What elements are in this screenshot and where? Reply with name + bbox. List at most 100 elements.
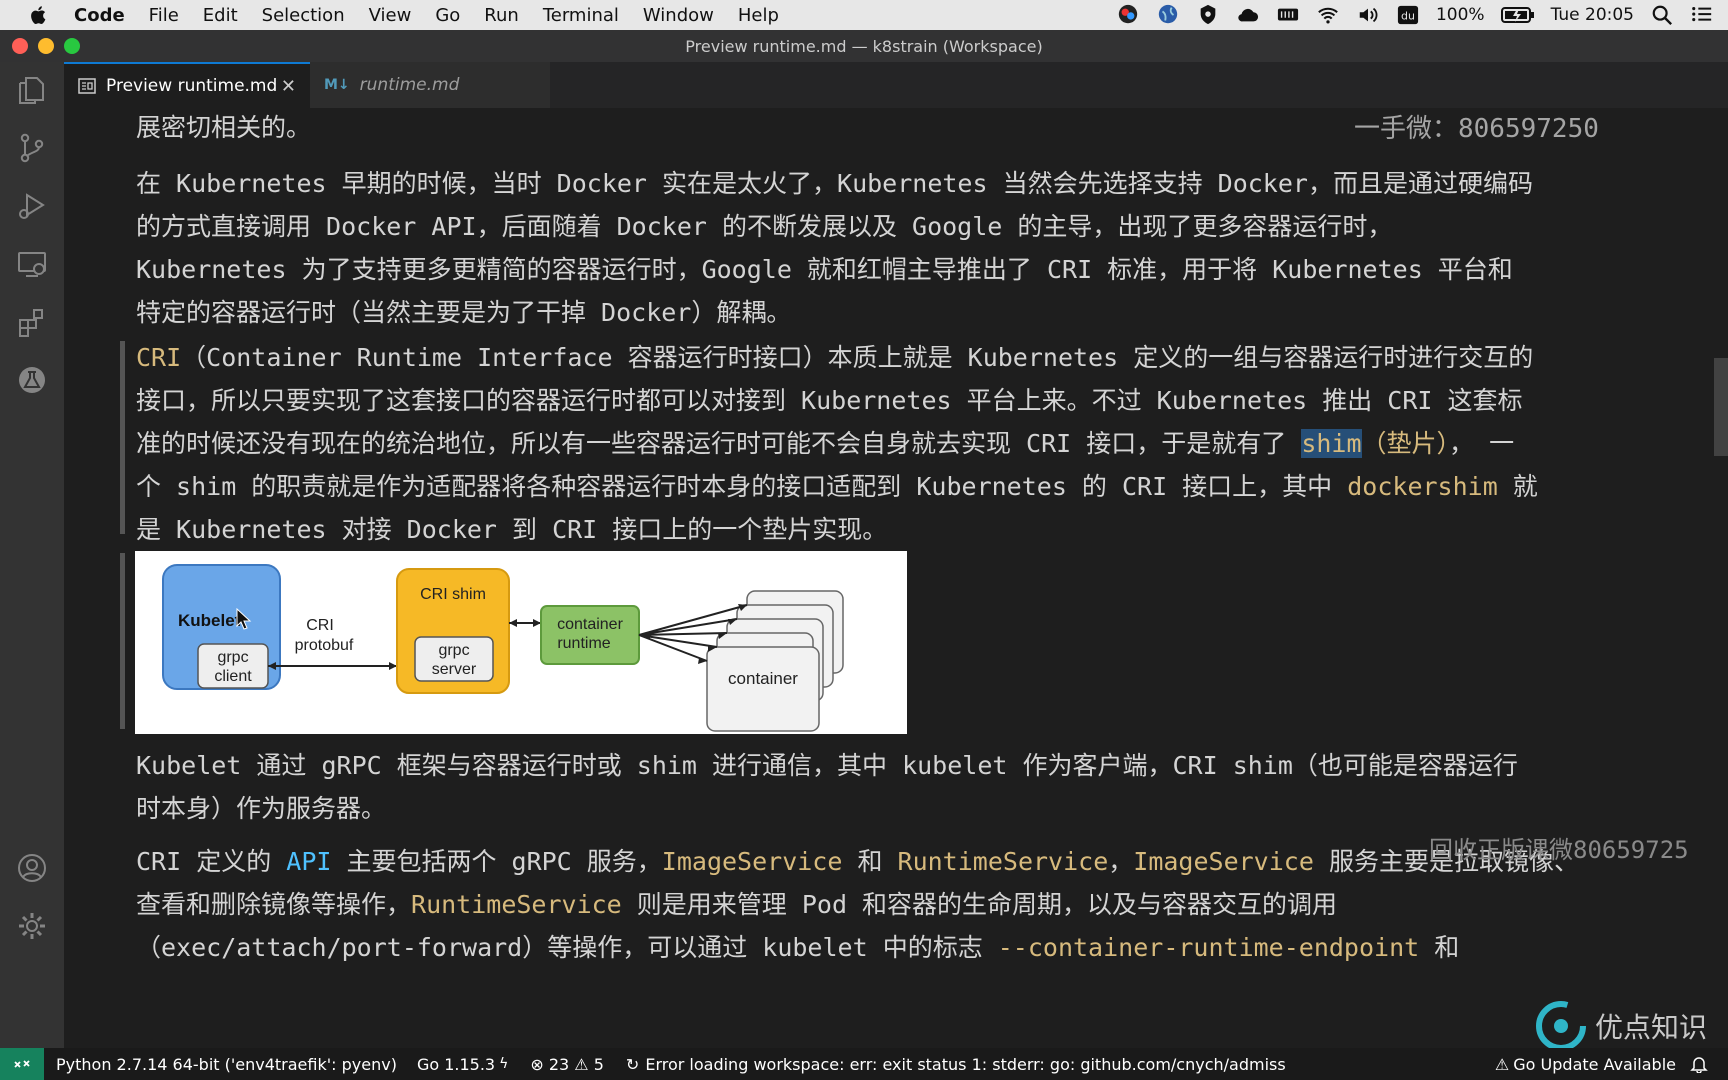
remote-indicator-icon[interactable] bbox=[0, 1048, 44, 1080]
cri-shim-label: CRI shim bbox=[420, 586, 486, 603]
update-warning-icon: ⚠ bbox=[1494, 1054, 1510, 1074]
explorer-icon[interactable] bbox=[14, 72, 50, 108]
go-version[interactable]: Go 1.15.3 bbox=[417, 1055, 495, 1074]
selected-text: shim bbox=[1301, 429, 1362, 458]
tab-runtime-md[interactable]: M↓ runtime.md bbox=[310, 62, 550, 108]
quote-line: CRI（Container Runtime Interface 容器运行时接口）… bbox=[136, 336, 1696, 379]
lightning-icon: ϟ bbox=[499, 1056, 509, 1072]
p3-text: （exec/attach/port-forward）等操作，可以通过 kubel… bbox=[136, 933, 998, 962]
test-flask-icon[interactable] bbox=[14, 362, 50, 398]
zoom-window-button[interactable] bbox=[64, 38, 80, 54]
p3-line: （exec/attach/port-forward）等操作，可以通过 kubel… bbox=[136, 926, 1696, 969]
cri-term: CRI bbox=[136, 343, 182, 372]
watermark-bottom: 回收正版课微80659725 bbox=[1429, 836, 1689, 864]
cloud-icon[interactable] bbox=[1236, 4, 1260, 26]
python-interpreter[interactable]: Python 2.7.14 64-bit ('env4traefik': pye… bbox=[56, 1055, 397, 1074]
baidu-disk-icon[interactable]: du bbox=[1396, 4, 1420, 26]
notifications-bell-icon[interactable] bbox=[1690, 1055, 1708, 1073]
quote-line: 个 shim 的职责就是作为适配器将各种容器运行时本身的接口适配到 Kubern… bbox=[136, 465, 1696, 508]
p3-text: 和 bbox=[1419, 933, 1460, 962]
remote-explorer-icon[interactable] bbox=[14, 246, 50, 282]
close-window-button[interactable] bbox=[12, 38, 28, 54]
problems-indicator[interactable]: ⊗ 23 ⚠ 5 bbox=[530, 1055, 604, 1074]
quote-line: 接口，所以只要实现了这套接口的容器运行时都可以对接到 Kubernetes 平台… bbox=[136, 386, 1523, 415]
preview-scrollbar[interactable] bbox=[1714, 358, 1728, 456]
error-icon: ⊗ bbox=[530, 1054, 549, 1074]
grpc-server-label: server bbox=[432, 661, 477, 678]
accounts-icon[interactable] bbox=[14, 850, 50, 886]
menu-view[interactable]: View bbox=[369, 5, 412, 26]
wifi-icon[interactable] bbox=[1316, 4, 1340, 26]
menu-file[interactable]: File bbox=[149, 5, 179, 26]
clock[interactable]: Tue 20:05 bbox=[1551, 5, 1634, 25]
menu-edit[interactable]: Edit bbox=[203, 5, 238, 26]
memory-icon[interactable] bbox=[1276, 4, 1300, 26]
sync-icon: ↻ bbox=[625, 1054, 640, 1074]
status-bar: Python 2.7.14 64-bit ('env4traefik': pye… bbox=[0, 1048, 1728, 1080]
tab-preview-runtime[interactable]: Preview runtime.md ✕ bbox=[64, 62, 310, 108]
grpc-server-label: grpc bbox=[438, 642, 469, 659]
battery-icon[interactable] bbox=[1500, 4, 1535, 26]
api-link[interactable]: API bbox=[286, 847, 331, 876]
menu-help[interactable]: Help bbox=[738, 5, 779, 26]
warning-count: 5 bbox=[593, 1054, 604, 1074]
imageservice-term: ImageService bbox=[661, 847, 843, 876]
editor-tab-bar: Preview runtime.md ✕ M↓ runtime.md bbox=[64, 62, 1728, 108]
container-runtime-label: runtime bbox=[557, 635, 610, 652]
preview-icon bbox=[78, 78, 96, 94]
cri-architecture-diagram: Kubelet grpc client CRI protobuf CRI shi… bbox=[135, 551, 907, 734]
quote-text: 准的时候还没有现在的统治地位，所以有一些容器运行时可能不会自身就去实现 CRI … bbox=[136, 429, 1302, 458]
tab-label: runtime.md bbox=[359, 75, 460, 95]
run-debug-icon[interactable] bbox=[14, 188, 50, 224]
go-update-available[interactable]: Go Update Available bbox=[1513, 1055, 1676, 1074]
close-tab-icon[interactable]: ✕ bbox=[281, 76, 296, 97]
runtime-endpoint-flag: --container-runtime-endpoint bbox=[997, 933, 1420, 962]
quote-text: 个 shim 的职责就是作为适配器将各种容器运行时本身的接口适配到 Kubern… bbox=[136, 472, 1348, 501]
spotlight-search-icon[interactable] bbox=[1650, 4, 1674, 26]
cri-protobuf-label: CRI bbox=[306, 617, 334, 634]
p2-line: Kubelet 通过 gRPC 框架与容器运行时或 shim 进行通信，其中 k… bbox=[136, 751, 1518, 780]
menu-app[interactable]: Code bbox=[74, 5, 125, 26]
brand-logo-icon bbox=[1536, 1001, 1586, 1051]
menu-window[interactable]: Window bbox=[643, 5, 714, 26]
warning-icon: ⚠ bbox=[569, 1054, 594, 1074]
markdown-preview[interactable]: 一手微：806597250 展密切相关的。 在 Kubernetes 早期的时候… bbox=[64, 108, 1728, 1048]
blockquote-bar bbox=[120, 341, 125, 534]
imageservice-term: ImageService bbox=[1133, 847, 1314, 876]
menu-go[interactable]: Go bbox=[435, 5, 460, 26]
p1-line: 的方式直接调用 Docker API，后面随着 Docker 的不断发展以及 G… bbox=[136, 212, 1393, 241]
brand-watermark: 优点知识 bbox=[1535, 1000, 1707, 1052]
grpc-client-label: grpc bbox=[217, 649, 248, 666]
globe-icon[interactable] bbox=[1156, 4, 1180, 26]
control-center-icon[interactable] bbox=[1690, 4, 1714, 26]
battery-percent: 100% bbox=[1435, 5, 1485, 25]
window-titlebar: Preview runtime.md — k8strain (Workspace… bbox=[0, 30, 1728, 62]
tab-label: Preview runtime.md bbox=[106, 76, 278, 96]
colorful-app-icon[interactable] bbox=[1116, 4, 1140, 26]
volume-icon[interactable] bbox=[1356, 4, 1380, 26]
source-control-icon[interactable] bbox=[14, 130, 50, 166]
menu-selection[interactable]: Selection bbox=[262, 5, 345, 26]
paragraph-1: 在 Kubernetes 早期的时候，当时 Docker 实在是太火了，Kube… bbox=[136, 162, 1696, 334]
cri-protobuf-label: protobuf bbox=[295, 637, 354, 654]
kubelet-label: Kubelet bbox=[178, 611, 241, 630]
dockershim-term: dockershim bbox=[1347, 472, 1498, 501]
menu-run[interactable]: Run bbox=[484, 5, 519, 26]
paragraph-2: Kubelet 通过 gRPC 框架与容器运行时或 shim 进行通信，其中 k… bbox=[136, 744, 1696, 830]
p3-line: 查看和删除镜像等操作，RuntimeService 则是用来管理 Pod 和容器… bbox=[136, 883, 1696, 926]
extensions-icon[interactable] bbox=[14, 304, 50, 340]
apple-icon[interactable] bbox=[28, 4, 50, 26]
minimize-window-button[interactable] bbox=[38, 38, 54, 54]
p1-line: Kubernetes 为了支持更多更精简的容器运行时，Google 就和红帽主导… bbox=[136, 255, 1513, 284]
runtimeservice-term: RuntimeService bbox=[411, 890, 622, 919]
grpc-client-label: client bbox=[214, 668, 252, 685]
paragraph-0: 展密切相关的。 bbox=[136, 113, 312, 142]
menu-terminal[interactable]: Terminal bbox=[543, 5, 619, 26]
p2-line: 时本身）作为服务器。 bbox=[136, 794, 387, 823]
settings-gear-icon[interactable] bbox=[14, 908, 50, 944]
shield-icon[interactable] bbox=[1196, 4, 1220, 26]
mouse-cursor-icon bbox=[236, 608, 252, 630]
markdown-icon: M↓ bbox=[324, 77, 350, 93]
p1-line: 特定的容器运行时（当然主要是为了干掉 Docker）解耦。 bbox=[136, 298, 792, 327]
workspace-error-message[interactable]: Error loading workspace: err: exit statu… bbox=[645, 1055, 1285, 1074]
